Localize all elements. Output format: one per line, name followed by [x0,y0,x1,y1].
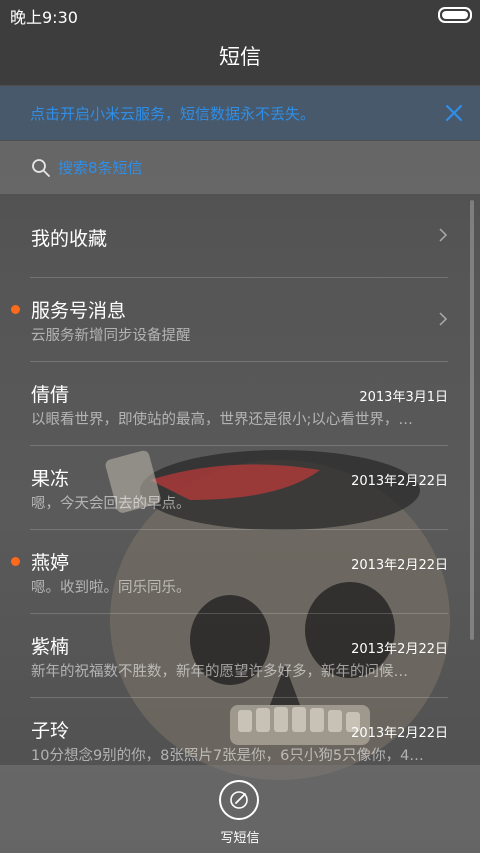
list-item-date: 2013年3月1日 [359,390,448,405]
list-item-date: 2013年2月22日 [351,474,448,489]
unread-dot [11,557,20,566]
list-item-preview: 嗯，今天会回去的早点。 [31,496,191,512]
list-item-conversation[interactable]: 燕婷 2013年2月22日 嗯。收到啦。同乐同乐。 [0,530,480,614]
list-item-name: 服务号消息 [31,300,127,322]
list-item-name: 燕婷 [31,552,70,574]
scrollbar[interactable] [470,200,474,640]
list-item-preview: 以眼看世界，即使站的最高，世界还是很小;以心看世界，… [31,412,413,428]
list-item-preview: 新年的祝福数不胜数，新年的愿望许多好多，新年的问候… [31,664,408,680]
list-item-conversation[interactable]: 紫楠 2013年2月22日 新年的祝福数不胜数，新年的愿望许多好多，新年的问候… [0,614,480,698]
search-input[interactable]: 搜索8条短信 [58,157,143,178]
banner-text[interactable]: 点击开启小米云服务，短信数据永不丢失。 [30,103,315,124]
search-bar[interactable]: 搜索8条短信 [0,141,480,194]
compose-button[interactable] [219,780,259,820]
list-item-name: 倩倩 [31,384,70,406]
list-item-name: 我的收藏 [31,228,108,250]
list-item-name: 子玲 [31,720,70,742]
list-item-name: 果冻 [31,468,70,490]
list-item-date: 2013年2月22日 [351,642,448,657]
title-bar: 短信 [0,28,480,85]
status-bar: 晚上9:30 [0,0,480,28]
page-title: 短信 [219,45,261,69]
list-item-name: 紫楠 [31,636,70,658]
search-icon [32,159,50,177]
list-item-preview: 10分想念9别的你，8张照片7张是你，6只小狗5只像你，4… [31,748,424,764]
compose-label[interactable]: 写短信 [0,827,480,846]
list-item-preview: 嗯。收到啦。同乐同乐。 [31,580,191,596]
list-item-date: 2013年2月22日 [351,558,448,573]
compose-icon [230,791,248,809]
chevron-right-icon [439,228,448,242]
list-item-favorites[interactable]: 我的收藏 [0,194,480,278]
list-item-preview: 云服务新增同步设备提醒 [31,328,191,344]
list-item-conversation[interactable]: 果冻 2013年2月22日 嗯，今天会回去的早点。 [0,446,480,530]
cloud-service-banner[interactable]: 点击开启小米云服务，短信数据永不丢失。 [0,86,480,140]
bottom-bar: 写短信 [0,765,480,853]
unread-dot [11,305,20,314]
chevron-right-icon [439,312,448,326]
list-item-date: 2013年2月22日 [351,726,448,741]
close-icon[interactable] [442,101,466,125]
list-item-service-messages[interactable]: 服务号消息 云服务新增同步设备提醒 [0,278,480,362]
status-time: 晚上9:30 [10,8,78,27]
battery-icon [438,7,472,23]
list-item-conversation[interactable]: 倩倩 2013年3月1日 以眼看世界，即使站的最高，世界还是很小;以心看世界，… [0,362,480,446]
